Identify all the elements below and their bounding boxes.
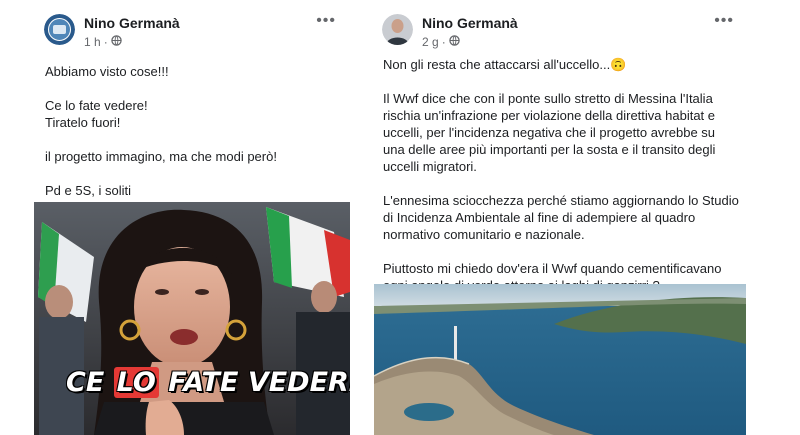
video-frame xyxy=(34,202,350,435)
post-card-1: Nino Germanà 1 h · ••• Abbiamo visto cos… xyxy=(34,0,350,435)
text-line: Abbiamo visto cose!!! xyxy=(45,64,169,79)
upside-down-face-emoji-icon: 🙃 xyxy=(610,57,627,72)
post-meta: 2 g · xyxy=(422,35,460,49)
post-video[interactable]: CE LO FATE VEDERE? xyxy=(34,202,350,435)
text-paragraph: Il Wwf dice che con il ponte sullo stret… xyxy=(383,91,716,174)
text-line: Pd e 5S, i soliti xyxy=(45,183,131,198)
post-header: Nino Germanà 1 h · ••• xyxy=(44,12,340,52)
aerial-photo xyxy=(374,284,746,435)
author-name[interactable]: Nino Germanà xyxy=(422,15,518,31)
caption-part: CE xyxy=(66,367,105,398)
avatar[interactable] xyxy=(44,14,75,45)
caption-part: FATE VEDERE? xyxy=(168,367,350,398)
avatar[interactable] xyxy=(382,14,413,45)
text-line: il progetto immagino, ma che modi però! xyxy=(45,149,277,164)
text-paragraph: L'ennesima sciocchezza perché stiamo agg… xyxy=(383,193,739,242)
timestamp[interactable]: 2 g xyxy=(422,35,439,49)
video-caption: CE LO FATE VEDERE? xyxy=(66,367,350,398)
post-text: Abbiamo visto cose!!! Ce lo fate vedere!… xyxy=(45,63,342,199)
post-text: Non gli resta che attaccarsi all'uccello… xyxy=(383,56,740,294)
globe-icon xyxy=(110,35,122,49)
text-line: Ce lo fate vedere! xyxy=(45,98,148,113)
post-meta: 1 h · xyxy=(84,35,122,49)
post-card-2: Nino Germanà 2 g · ••• Non gli resta che… xyxy=(372,0,748,435)
post-header: Nino Germanà 2 g · ••• xyxy=(382,12,738,52)
globe-icon xyxy=(448,35,460,49)
text-paragraph: Non gli resta che attaccarsi all'uccello… xyxy=(383,56,740,73)
more-options-icon[interactable]: ••• xyxy=(316,12,336,30)
author-name[interactable]: Nino Germanà xyxy=(84,15,180,31)
text-line: Non gli resta che attaccarsi all'uccello… xyxy=(383,57,611,72)
more-options-icon[interactable]: ••• xyxy=(714,12,734,30)
caption-highlight: LO xyxy=(113,367,159,398)
post-image[interactable] xyxy=(374,284,746,435)
text-line: Tiratelo fuori! xyxy=(45,115,121,130)
timestamp[interactable]: 1 h xyxy=(84,35,101,49)
